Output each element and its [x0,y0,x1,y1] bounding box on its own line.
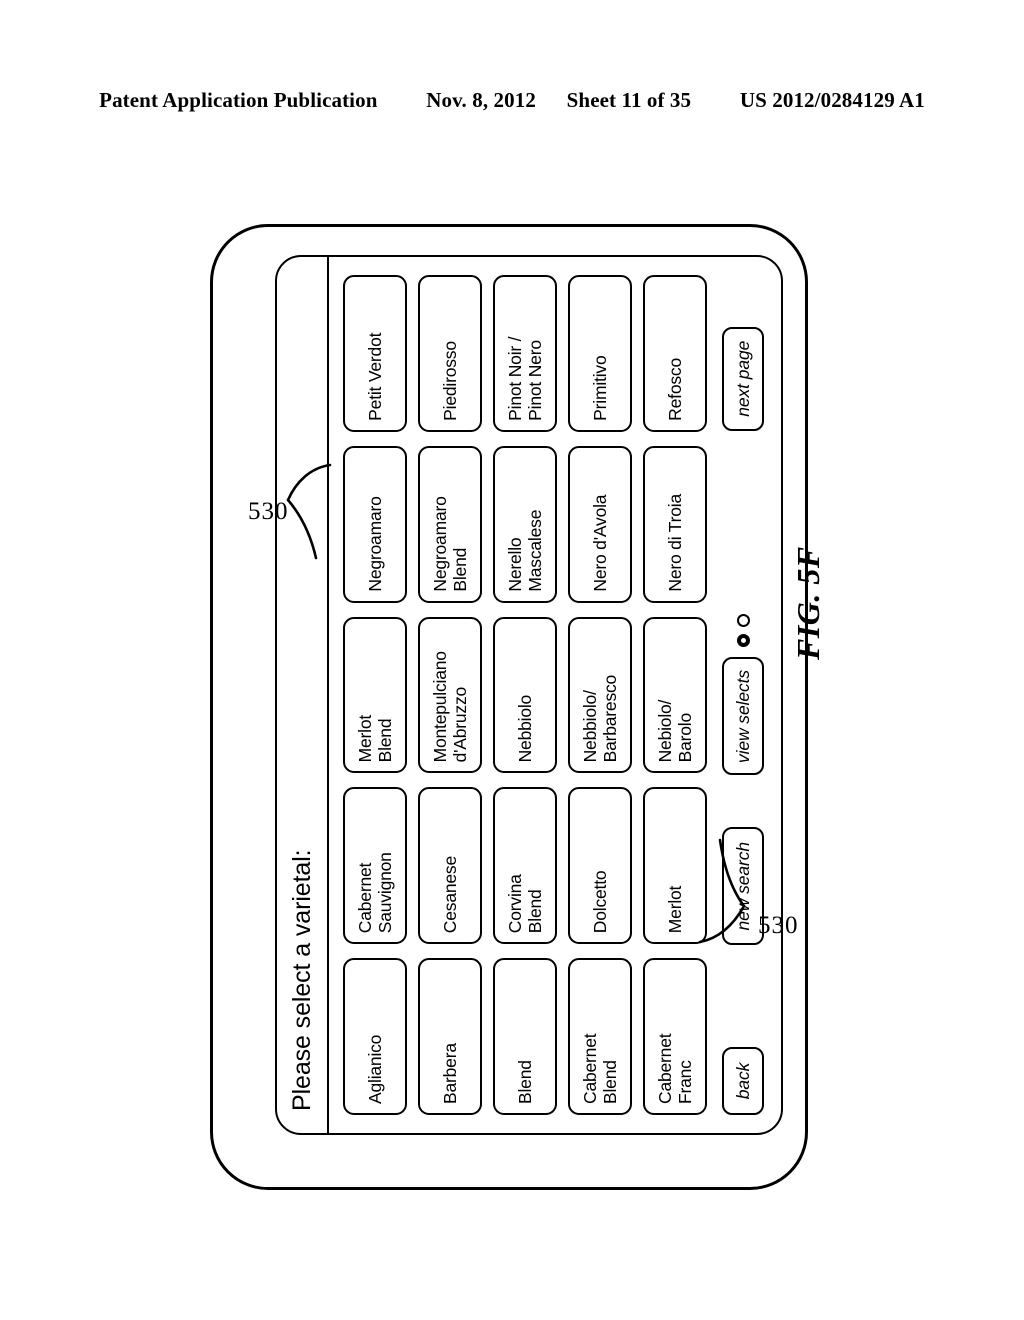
varietal-label: Cabernet Sauvignon [355,852,395,934]
varietal-label: Montepulciano d'Abruzzo [430,651,470,763]
varietal-label: Merlot Blend [355,714,395,763]
varietal-button-merlot-blend[interactable]: Merlot Blend [343,616,407,774]
varietal-label: Cesanese [440,856,460,934]
varietal-label: Negroamaro [365,496,385,592]
back-button[interactable]: back [722,1047,764,1115]
varietal-button-nerello-mascalese[interactable]: Nerello Mascalese [493,445,557,603]
varietal-label: Petit Verdot [365,332,385,421]
action-cell: next page [722,275,764,431]
varietal-label: Nebiolo/ Barolo [655,699,695,763]
header-date: Nov. 8, 2012 [426,88,536,112]
varietal-button-primitivo[interactable]: Primitivo [568,275,632,432]
pagination-dot-icon[interactable] [736,634,750,648]
next-page-button[interactable]: next page [722,326,764,431]
varietal-button-nero-di-troia[interactable]: Nero di Troia [643,445,707,603]
patent-header: Patent Application Publication Nov. 8, 2… [0,88,1024,113]
prompt-text: Please select a varietal: [287,849,316,1111]
varietal-button-nebiolo-barolo[interactable]: Nebiolo/ Barolo [643,616,707,774]
varietal-button-corvina-blend[interactable]: Corvina Blend [493,787,557,945]
header-publication: Patent Application Publication [99,88,378,112]
varietal-label: Barbera [440,1043,460,1104]
varietal-button-refosco[interactable]: Refosco [643,275,707,432]
pagination-dots [736,614,750,648]
varietal-label: Nebbiolo [515,694,535,763]
back-button-label: back [732,1062,753,1100]
varietal-label: Nero d'Avola [590,494,610,592]
varietal-button-negroamaro[interactable]: Negroamaro [343,445,407,603]
varietal-label: Dolcetto [590,870,610,934]
grid-row: Cabernet Blend Dolcetto Nebbiolo/ Barbar… [568,275,632,1115]
varietal-label: Negroamaro Blend [430,496,470,592]
pagination-dot-icon[interactable] [736,614,750,628]
new-search-button-label: new search [732,842,753,931]
new-search-button[interactable]: new search [722,827,764,946]
varietal-button-nebbiolo[interactable]: Nebbiolo [493,616,557,774]
varietal-button-cabernet-franc[interactable]: Cabernet Franc [643,958,707,1115]
varietal-label: Cabernet Blend [580,1033,620,1104]
varietal-label: Corvina Blend [505,874,545,934]
varietal-button-cabernet-sauvignon[interactable]: Cabernet Sauvignon [343,787,407,945]
grid-row: Cabernet Franc Merlot Nebiolo/ Barolo Ne… [643,275,707,1115]
device-outline: Please select a varietal: Aglianico Cabe… [210,224,808,1190]
next-page-button-label: next page [732,340,753,417]
varietal-label: Blend [515,1060,535,1104]
varietal-button-aglianico[interactable]: Aglianico [343,958,407,1115]
varietal-button-negroamaro-blend[interactable]: Negroamaro Blend [418,445,482,603]
varietal-button-nero-davola[interactable]: Nero d'Avola [568,445,632,603]
varietal-label: Aglianico [365,1034,385,1104]
varietal-button-blend[interactable]: Blend [493,958,557,1115]
figure-label: FIG. 5F [790,546,826,660]
varietal-button-nebbiolo-barbaresco[interactable]: Nebbiolo/ Barbaresco [568,616,632,774]
action-cell: new search [722,790,764,946]
varietal-label: Pinot Noir / Pinot Nero [505,336,545,421]
varietal-grid: Aglianico Cabernet Sauvignon Merlot Blen… [329,257,781,1133]
varietal-button-piedirosso[interactable]: Piedirosso [418,275,482,432]
header-sheet: Sheet 11 of 35 [566,88,692,112]
grid-row: Barbera Cesanese Montepulciano d'Abruzzo… [418,275,482,1115]
varietal-button-montepulciano-dabruzzo[interactable]: Montepulciano d'Abruzzo [418,616,482,774]
varietal-button-dolcetto[interactable]: Dolcetto [568,787,632,945]
figure-drawing: Please select a varietal: Aglianico Cabe… [192,200,832,1200]
varietal-button-pinot-noir-pinot-nero[interactable]: Pinot Noir / Pinot Nero [493,275,557,432]
action-cell: view selects [722,614,764,776]
grid-row: Blend Corvina Blend Nebbiolo Nerello Mas… [493,275,557,1115]
action-cell: back [722,959,764,1115]
varietal-label: Cabernet Franc [655,1033,695,1104]
varietal-label: Nerello Mascalese [505,509,545,592]
varietal-label: Merlot [665,885,685,934]
view-selects-button-label: view selects [732,669,753,764]
varietal-button-petit-verdot[interactable]: Petit Verdot [343,275,407,432]
varietal-label: Refosco [665,358,685,421]
device-screen: Please select a varietal: Aglianico Cabe… [275,255,783,1135]
varietal-button-barbera[interactable]: Barbera [418,958,482,1115]
action-row: back new search view selects next page [722,275,764,1115]
grid-row: Aglianico Cabernet Sauvignon Merlot Blen… [343,275,407,1115]
varietal-label: Primitivo [590,355,610,421]
varietal-label: Piedirosso [440,341,460,421]
varietal-button-merlot[interactable]: Merlot [643,787,707,945]
varietal-label: Nebbiolo/ Barbaresco [580,674,620,763]
prompt-bar: Please select a varietal: [277,257,329,1133]
view-selects-button[interactable]: view selects [722,657,764,776]
varietal-button-cesanese[interactable]: Cesanese [418,787,482,945]
varietal-button-cabernet-blend[interactable]: Cabernet Blend [568,958,632,1115]
varietal-label: Nero di Troia [665,494,685,592]
header-publication-number: US 2012/0284129 A1 [739,88,925,112]
